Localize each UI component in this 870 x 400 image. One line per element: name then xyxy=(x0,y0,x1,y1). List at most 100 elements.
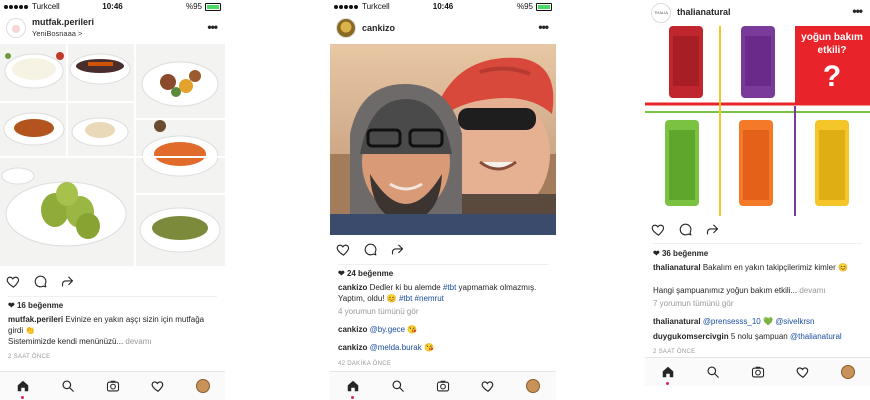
active-dot xyxy=(21,396,24,399)
comment-row: thalianatural @prensesss_10 💚 @sivelkrsn xyxy=(653,317,815,326)
post-screen-mutfak: Turkcell 10:46 %95 mutfak.perileri YeniB… xyxy=(0,0,225,400)
avatar[interactable] xyxy=(6,18,26,38)
home-icon xyxy=(17,380,28,392)
status-bar: Turkcell 10:46 %95 xyxy=(0,0,225,13)
divider xyxy=(8,296,217,297)
hashtag-link[interactable]: #tbt xyxy=(399,294,412,303)
post-actions xyxy=(6,274,75,290)
like-icon[interactable] xyxy=(651,222,666,237)
post-header: cankizo ••• xyxy=(330,14,556,44)
share-icon[interactable] xyxy=(705,222,720,237)
caption-username[interactable]: thalianatural xyxy=(653,263,701,272)
overlay-title: yoğun bakım xyxy=(801,32,863,43)
like-icon[interactable] xyxy=(6,274,21,289)
like-count[interactable]: ❤ 16 beğenme xyxy=(8,301,63,310)
battery-percent: %95 xyxy=(516,2,533,11)
mention-link[interactable]: @prensesss_10 xyxy=(703,317,761,326)
post-screen-thalia: THALIA thalianatural ••• yoğun bakım etk… xyxy=(645,0,870,400)
active-dot xyxy=(351,396,355,399)
camera-icon[interactable] xyxy=(436,379,450,393)
share-icon[interactable] xyxy=(60,274,75,289)
comment-username[interactable]: thalianatural xyxy=(653,317,701,326)
caption-username[interactable]: cankizo xyxy=(338,283,367,292)
search-icon[interactable] xyxy=(61,379,75,393)
tab-bar xyxy=(330,371,556,400)
more-link[interactable]: devamı xyxy=(799,286,825,295)
heart-icon[interactable] xyxy=(481,379,495,393)
selfie-image xyxy=(330,44,556,235)
food-collage-image xyxy=(0,44,225,266)
caption-username[interactable]: mutfak.perileri xyxy=(8,315,63,324)
question-mark: ? xyxy=(823,60,841,93)
tab-bar xyxy=(0,371,225,400)
camera-icon[interactable] xyxy=(106,379,120,393)
comment-row: duygukomsercivgin 5 nolu şampuan @thalia… xyxy=(653,332,842,341)
like-icon[interactable] xyxy=(336,242,351,257)
hand-emoji-icon: 👏 xyxy=(25,326,36,335)
post-username[interactable]: thalianatural xyxy=(677,7,731,17)
heart-icon[interactable] xyxy=(151,379,165,393)
like-count[interactable]: ❤ 24 beğenme xyxy=(338,269,393,278)
comment-username[interactable]: duygukomsercivgin xyxy=(653,332,729,341)
mention-link[interactable]: @melda.burak xyxy=(370,343,422,352)
comment-icon[interactable] xyxy=(678,222,693,237)
post-screen-cankizo: Turkcell 10:46 %95 cankizo ••• ❤ 24 beğe… xyxy=(330,0,556,400)
overlay-title-2: etkili? xyxy=(818,45,847,56)
tab-home[interactable] xyxy=(346,379,360,399)
post-actions xyxy=(651,222,720,238)
more-options-button[interactable]: ••• xyxy=(538,20,549,34)
caption-line2: Sistemimizde kendi menünüzü... devamı xyxy=(8,337,152,346)
caption: mutfak.perileri Evinize en yakın aşçı si… xyxy=(8,315,205,335)
caption: thalianatural Bakalım en yakın takipçile… xyxy=(653,263,848,272)
caption-line2: Hangi şampuanımız yoğun bakım etkili... … xyxy=(653,286,826,295)
comment-icon[interactable] xyxy=(363,242,378,257)
like-count[interactable]: ❤ 36 beğenme xyxy=(653,249,708,258)
profile-avatar[interactable] xyxy=(526,379,541,393)
post-time: 2 SAAT ÖNCE xyxy=(8,354,51,360)
comment-username[interactable]: cankizo xyxy=(338,343,367,352)
divider xyxy=(653,243,862,244)
tab-bar xyxy=(645,357,870,386)
mention-link[interactable]: @sivelkrsn xyxy=(775,317,814,326)
view-all-comments-link[interactable]: 7 yorumun tümünü gör xyxy=(653,298,862,309)
more-options-button[interactable]: ••• xyxy=(207,20,218,34)
active-dot xyxy=(666,382,669,385)
tab-home[interactable] xyxy=(16,379,30,399)
home-icon xyxy=(347,380,358,392)
view-all-comments-link[interactable]: 4 yorumun tümünü gör xyxy=(338,306,548,317)
home-icon xyxy=(662,366,673,378)
post-username[interactable]: cankizo xyxy=(362,23,395,33)
share-icon[interactable] xyxy=(390,242,405,257)
post-photo[interactable] xyxy=(330,44,556,235)
post-photo[interactable] xyxy=(0,44,225,266)
search-icon[interactable] xyxy=(706,365,720,379)
divider xyxy=(338,264,548,265)
profile-avatar[interactable] xyxy=(840,365,855,379)
hashtag-link[interactable]: #nemrut xyxy=(415,294,444,303)
comment-row: cankizo @by.gece 😘 xyxy=(338,325,418,334)
comment-icon[interactable] xyxy=(33,274,48,289)
shampoo-grid-image: yoğun bakım etkili? ? xyxy=(645,26,870,216)
mention-link[interactable]: @thalianatural xyxy=(790,332,842,341)
hashtag-link[interactable]: #tbt xyxy=(443,283,456,292)
post-photo[interactable]: yoğun bakım etkili? ? xyxy=(645,26,870,216)
post-username[interactable]: mutfak.perileri xyxy=(32,17,94,27)
more-options-button[interactable]: ••• xyxy=(852,4,863,18)
status-bar: Turkcell 10:46 %95 xyxy=(330,0,556,13)
heart-icon[interactable] xyxy=(796,365,810,379)
profile-avatar[interactable] xyxy=(195,379,210,393)
post-location[interactable]: YeniBosnaaa > xyxy=(32,29,82,38)
battery-icon xyxy=(536,2,552,11)
caption: cankizo Dedler ki bu alemde #tbt yapmama… xyxy=(338,283,537,303)
post-actions xyxy=(336,242,405,258)
comment-row: cankizo @melda.burak 😘 xyxy=(338,343,434,352)
mention-link[interactable]: @by.gece xyxy=(370,325,406,334)
search-icon[interactable] xyxy=(391,379,405,393)
tab-home[interactable] xyxy=(661,365,675,385)
camera-icon[interactable] xyxy=(751,365,765,379)
post-header: mutfak.perileri YeniBosnaaa > ••• xyxy=(0,14,225,44)
comment-username[interactable]: cankizo xyxy=(338,325,367,334)
avatar[interactable]: THALIA xyxy=(651,3,671,23)
more-link[interactable]: devamı xyxy=(125,337,151,346)
avatar[interactable] xyxy=(336,18,356,38)
